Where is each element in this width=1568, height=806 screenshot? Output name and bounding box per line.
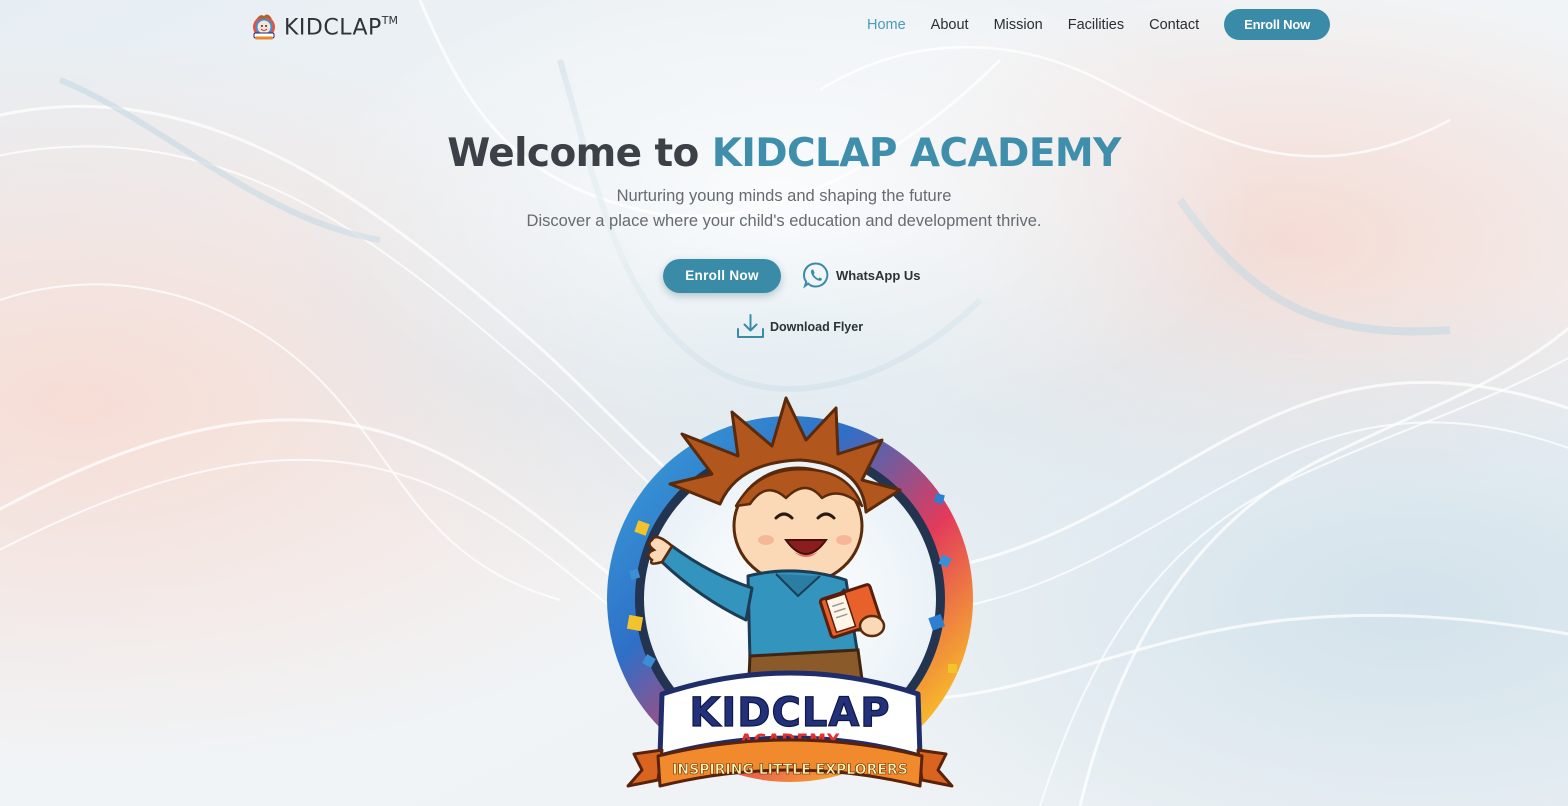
hero-enroll-button[interactable]: Enroll Now bbox=[663, 259, 781, 293]
navbar: KIDCLAPTM Home About Mission Facilities … bbox=[0, 0, 1568, 48]
download-flyer-label: Download Flyer bbox=[770, 319, 864, 334]
hero-actions: Enroll Now WhatsApp Us Download Flyer bbox=[0, 259, 1568, 338]
hero-subtitle: Nurturing young minds and shaping the fu… bbox=[0, 184, 1568, 234]
hero-title-prefix: Welcome to bbox=[447, 131, 712, 176]
nav-item-mission[interactable]: Mission bbox=[994, 10, 1043, 40]
nav-menu: Home About Mission Facilities Contact En… bbox=[867, 9, 1330, 40]
whatsapp-icon bbox=[803, 262, 829, 289]
nav-item-about[interactable]: About bbox=[931, 10, 969, 40]
mascot-ribbon-text: INSPIRING LITTLE EXPLORERS bbox=[672, 762, 908, 778]
whatsapp-label: WhatsApp Us bbox=[836, 267, 921, 283]
nav-enroll-button[interactable]: Enroll Now bbox=[1224, 9, 1330, 40]
nav-item-facilities[interactable]: Facilities bbox=[1068, 10, 1124, 40]
nav-item-home[interactable]: Home bbox=[867, 10, 906, 40]
brand-link[interactable]: KIDCLAPTM bbox=[250, 8, 398, 43]
download-flyer-button[interactable]: Download Flyer bbox=[736, 313, 863, 340]
whatsapp-button[interactable]: WhatsApp Us bbox=[802, 261, 921, 289]
hero-subtitle-line-1: Nurturing young minds and shaping the fu… bbox=[616, 187, 952, 205]
hero-section: Welcome to KIDCLAP ACADEMY Nurturing you… bbox=[0, 128, 1568, 338]
hero-subtitle-line-2: Discover a place where your child's educ… bbox=[526, 212, 1042, 230]
academy-mascot-logo: KIDCLAP ACADEMY INSPIRING LITTLE EXPLORE… bbox=[600, 394, 980, 806]
download-icon bbox=[737, 314, 764, 338]
mascot-banner-title: KIDCLAP bbox=[689, 690, 890, 736]
kidclap-logo-icon bbox=[253, 14, 275, 40]
hero-title: Welcome to KIDCLAP ACADEMY bbox=[0, 128, 1568, 180]
brand-name: KIDCLAPTM bbox=[284, 14, 399, 41]
nav-item-contact[interactable]: Contact bbox=[1149, 10, 1199, 40]
hero-title-accent: KIDCLAP ACADEMY bbox=[711, 131, 1122, 176]
